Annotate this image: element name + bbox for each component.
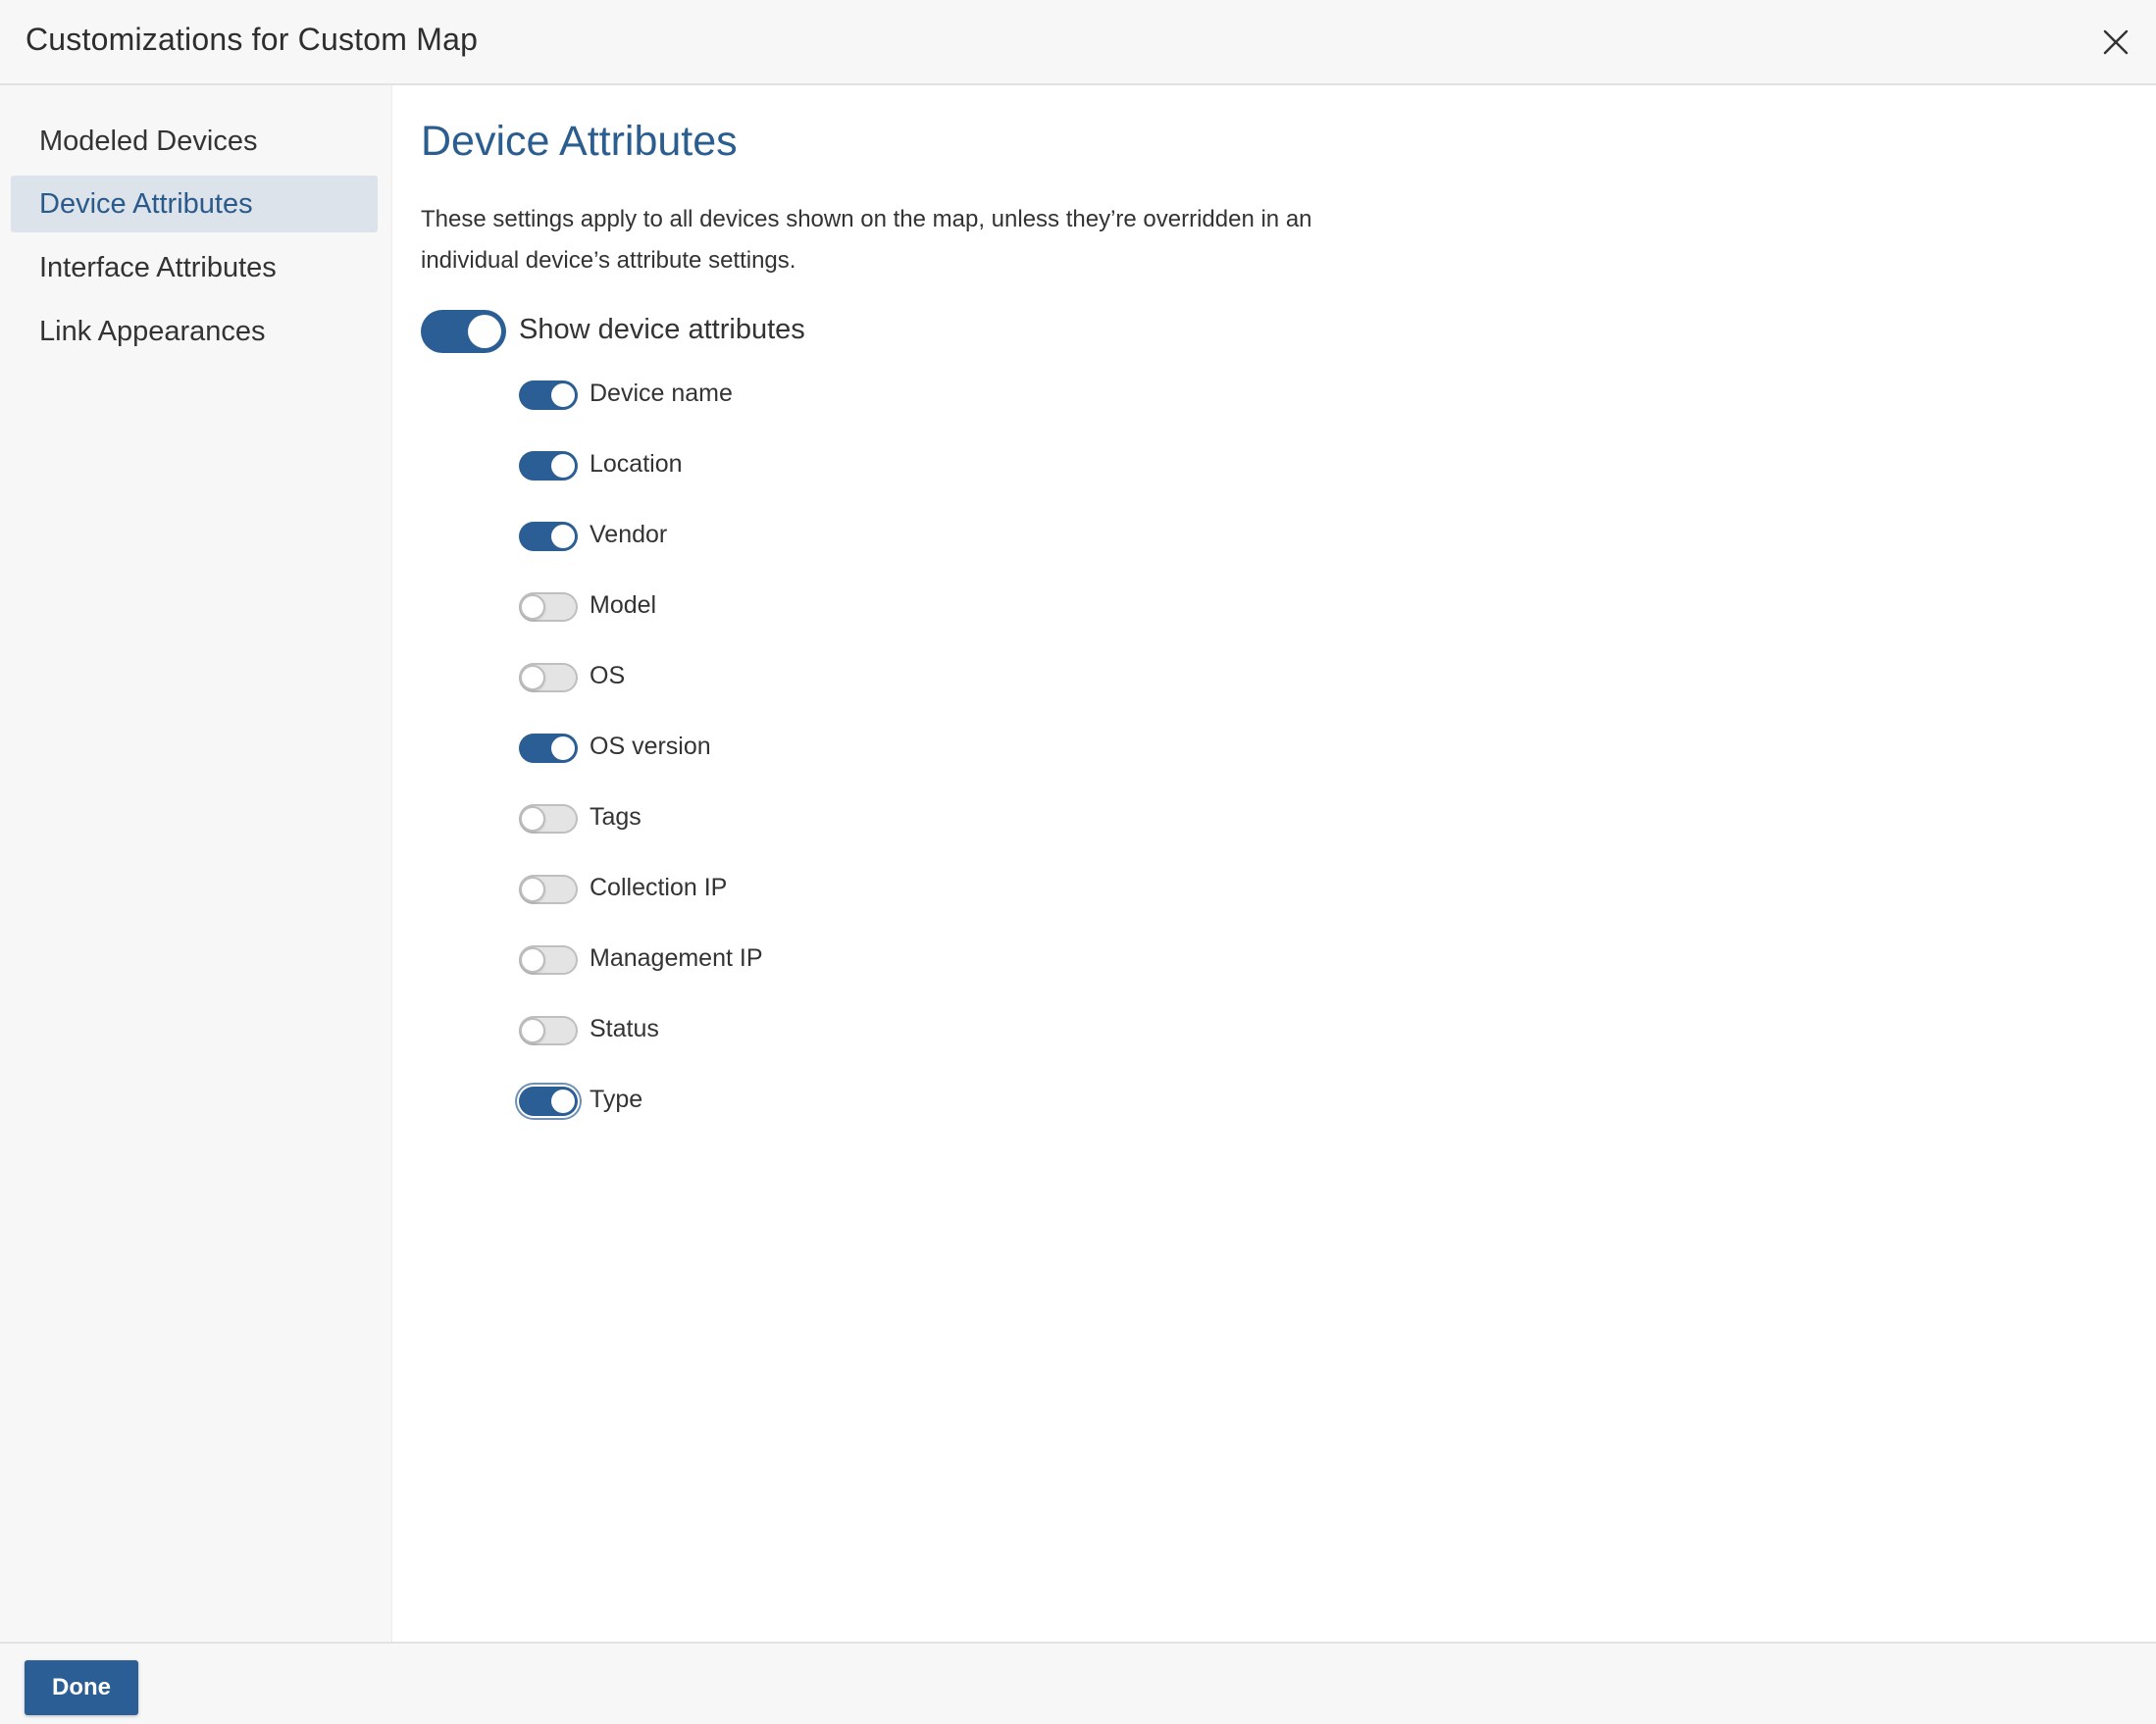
page-title: Device Attributes — [421, 118, 738, 165]
toggle-os[interactable] — [519, 663, 578, 692]
sidebar-nav: Modeled Devices Device Attributes Interf… — [0, 85, 392, 1642]
label-device-name: Device name — [590, 380, 733, 407]
toggle-knob — [520, 806, 545, 832]
toggle-knob — [551, 454, 575, 478]
done-button[interactable]: Done — [25, 1660, 138, 1715]
label-os-version: OS version — [590, 733, 711, 760]
toggle-status[interactable] — [519, 1016, 578, 1045]
sidebar-item-label: Interface Attributes — [39, 251, 277, 283]
sidebar-item-link-appearances[interactable]: Link Appearances — [11, 303, 378, 360]
dialog-footer: Done — [0, 1642, 2156, 1724]
label-management-ip: Management IP — [590, 944, 763, 972]
toggle-knob — [520, 1018, 545, 1043]
sidebar-item-modeled-devices[interactable]: Modeled Devices — [11, 113, 378, 170]
toggle-location[interactable] — [519, 451, 578, 481]
label-status: Status — [590, 1015, 659, 1042]
close-icon — [2103, 29, 2129, 55]
toggle-model[interactable] — [519, 592, 578, 622]
label-collection-ip: Collection IP — [590, 874, 728, 901]
sidebar-item-interface-attributes[interactable]: Interface Attributes — [11, 239, 378, 296]
toggle-knob — [520, 594, 545, 620]
sidebar-item-label: Device Attributes — [39, 187, 253, 220]
label-model: Model — [590, 591, 657, 619]
dialog-header: Customizations for Custom Map — [0, 0, 2156, 85]
close-button[interactable] — [2095, 22, 2136, 63]
toggle-knob — [520, 947, 545, 973]
main-content: Device Attributes These settings apply t… — [392, 85, 2156, 1642]
description-text: These settings apply to all devices show… — [421, 206, 1312, 274]
label-os: OS — [590, 662, 626, 689]
toggle-collection-ip[interactable] — [519, 875, 578, 904]
toggle-knob — [551, 383, 575, 407]
sidebar-item-label: Link Appearances — [39, 315, 266, 347]
show-device-attributes-label: Show device attributes — [519, 314, 805, 345]
toggle-knob — [520, 665, 545, 690]
toggle-knob — [468, 315, 501, 348]
toggle-knob — [551, 736, 575, 760]
label-vendor: Vendor — [590, 521, 668, 548]
customizations-dialog: Customizations for Custom Map Modeled De… — [0, 0, 2156, 1724]
show-device-attributes-toggle[interactable] — [421, 310, 506, 353]
sidebar-item-label: Modeled Devices — [39, 125, 258, 157]
toggle-type[interactable] — [519, 1087, 578, 1116]
toggle-knob — [551, 525, 575, 548]
toggle-tags[interactable] — [519, 804, 578, 834]
sidebar-item-device-attributes[interactable]: Device Attributes — [11, 176, 378, 232]
dialog-title: Customizations for Custom Map — [26, 22, 479, 57]
toggle-knob — [551, 1090, 575, 1113]
label-tags: Tags — [590, 803, 642, 831]
toggle-os-version[interactable] — [519, 734, 578, 763]
toggle-management-ip[interactable] — [519, 945, 578, 975]
toggle-vendor[interactable] — [519, 522, 578, 551]
label-type: Type — [590, 1086, 643, 1113]
toggle-knob — [520, 877, 545, 902]
toggle-device-name[interactable] — [519, 380, 578, 410]
label-location: Location — [590, 450, 683, 478]
